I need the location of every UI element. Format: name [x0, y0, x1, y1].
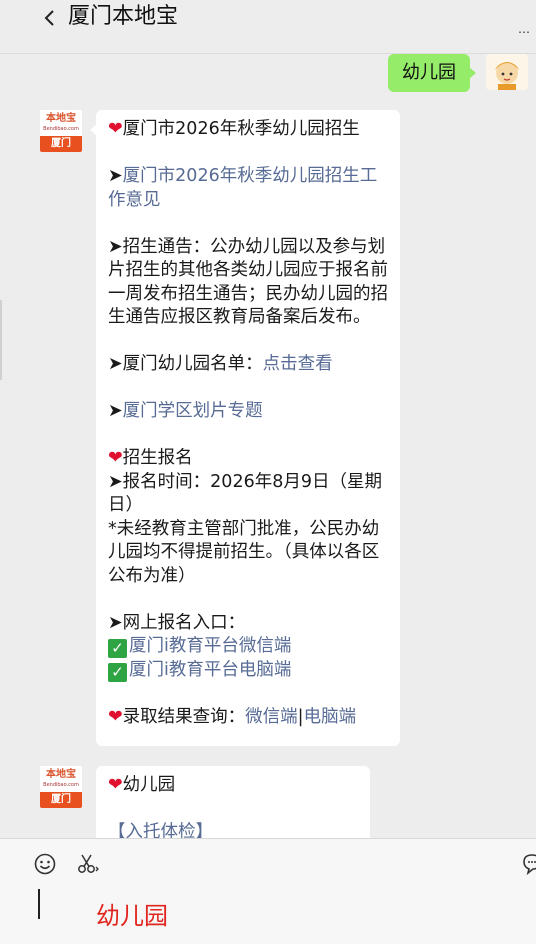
arrow-icon: ➤: [108, 612, 123, 633]
arrow-icon: ➤: [108, 471, 123, 492]
chat-icon[interactable]: [522, 853, 536, 875]
back-arrow-icon[interactable]: [40, 6, 60, 30]
register-time-row: ➤报名时间：2026年8月9日（星期日）: [108, 471, 388, 518]
wechat-entry-row: ✓ 厦门i教育平台微信端: [108, 635, 388, 659]
pc-entry-link[interactable]: 厦门i教育平台电脑端: [129, 660, 291, 680]
opinion-row: ➤厦门市2026年秋季幼儿园招生工作意见: [108, 165, 388, 212]
edge-divider: [0, 300, 2, 380]
wechat-entry-link[interactable]: 厦门i教育平台微信端: [129, 636, 291, 656]
list-label: 厦门幼儿园名单：: [122, 354, 263, 374]
list-link[interactable]: 点击查看: [263, 354, 333, 374]
message-heading: ❤厦门市2026年秋季幼儿园招生: [108, 119, 360, 139]
text-cursor: [38, 889, 40, 919]
emoji-icon[interactable]: [34, 853, 56, 875]
district-link[interactable]: 厦门学区划片专题: [123, 401, 263, 421]
arrow-icon: ➤: [108, 401, 123, 421]
check-icon: ✓: [108, 639, 127, 658]
result-label: 录取结果查询：: [122, 706, 246, 727]
result-row: ❤录取结果查询：微信端|电脑端: [108, 706, 388, 730]
heart-icon: ❤: [108, 775, 123, 795]
chat-title: 厦门本地宝: [68, 4, 179, 29]
notice-row: ➤招生通告：公办幼儿园以及参与划片招生的其他各类幼儿园应于报名前一周发布招生通告…: [108, 236, 388, 330]
register-time: 报名时间：2026年8月9日（星期日）: [108, 471, 382, 516]
check-icon: ✓: [108, 662, 127, 682]
bot-avatar[interactable]: 本地宝 Bendibao.com 厦门: [40, 110, 82, 152]
input-bar: 幼儿园: [0, 838, 536, 944]
heart-icon: ❤: [108, 448, 123, 468]
avatar-city: 厦门: [40, 136, 82, 152]
more-icon[interactable]: …: [518, 22, 530, 36]
result-pc-link[interactable]: 电脑端: [304, 707, 357, 727]
top-bar: 厦门本地宝 …: [0, 0, 536, 54]
district-row: ➤厦门学区划片专题: [108, 400, 388, 424]
list-row: ➤厦门幼儿园名单：点击查看: [108, 353, 388, 377]
user-avatar-icon: [486, 54, 528, 90]
avatar-logo: 本地宝 Bendibao.com: [40, 110, 82, 136]
outgoing-bubble[interactable]: 幼儿园: [388, 54, 476, 92]
arrow-icon: ➤: [108, 166, 123, 186]
heart-icon: ❤: [108, 119, 123, 139]
message-heading: ❤幼儿园: [108, 775, 176, 795]
notice-text: 招生通告：公办幼儿园以及参与划片招生的其他各类幼儿园应于报名前一周发布招生通告；…: [108, 236, 388, 328]
bot-avatar[interactable]: 本地宝 Bendibao.com 厦门: [40, 766, 82, 808]
pc-entry-row: ✓ 厦门i教育平台电脑端: [108, 659, 388, 683]
register-note: *未经教育主管部门批准，公民办幼儿园均不得提前招生。（具体以各区公布为准）: [108, 518, 380, 586]
register-heading: ❤招生报名: [108, 448, 193, 468]
avatar-city: 厦门: [40, 792, 82, 808]
result-wechat-link[interactable]: 微信端: [245, 707, 298, 727]
outgoing-message: 幼儿园: [328, 54, 528, 94]
message-bubble: ❤厦门市2026年秋季幼儿园招生 ➤厦门市2026年秋季幼儿园招生工作意见 ➤招…: [90, 110, 400, 746]
opinion-link[interactable]: 厦门市2026年秋季幼儿园招生工作意见: [108, 166, 377, 210]
scissors-icon[interactable]: [76, 853, 100, 875]
user-avatar[interactable]: [486, 54, 528, 90]
draft-text[interactable]: 幼儿园: [96, 899, 168, 933]
heart-icon: ❤: [108, 706, 123, 727]
avatar-logo: 本地宝 Bendibao.com: [40, 766, 82, 792]
online-row: ➤网上报名入口：: [108, 612, 388, 636]
arrow-icon: ➤: [108, 236, 123, 257]
arrow-icon: ➤: [108, 354, 123, 374]
online-label: 网上报名入口：: [122, 612, 246, 633]
